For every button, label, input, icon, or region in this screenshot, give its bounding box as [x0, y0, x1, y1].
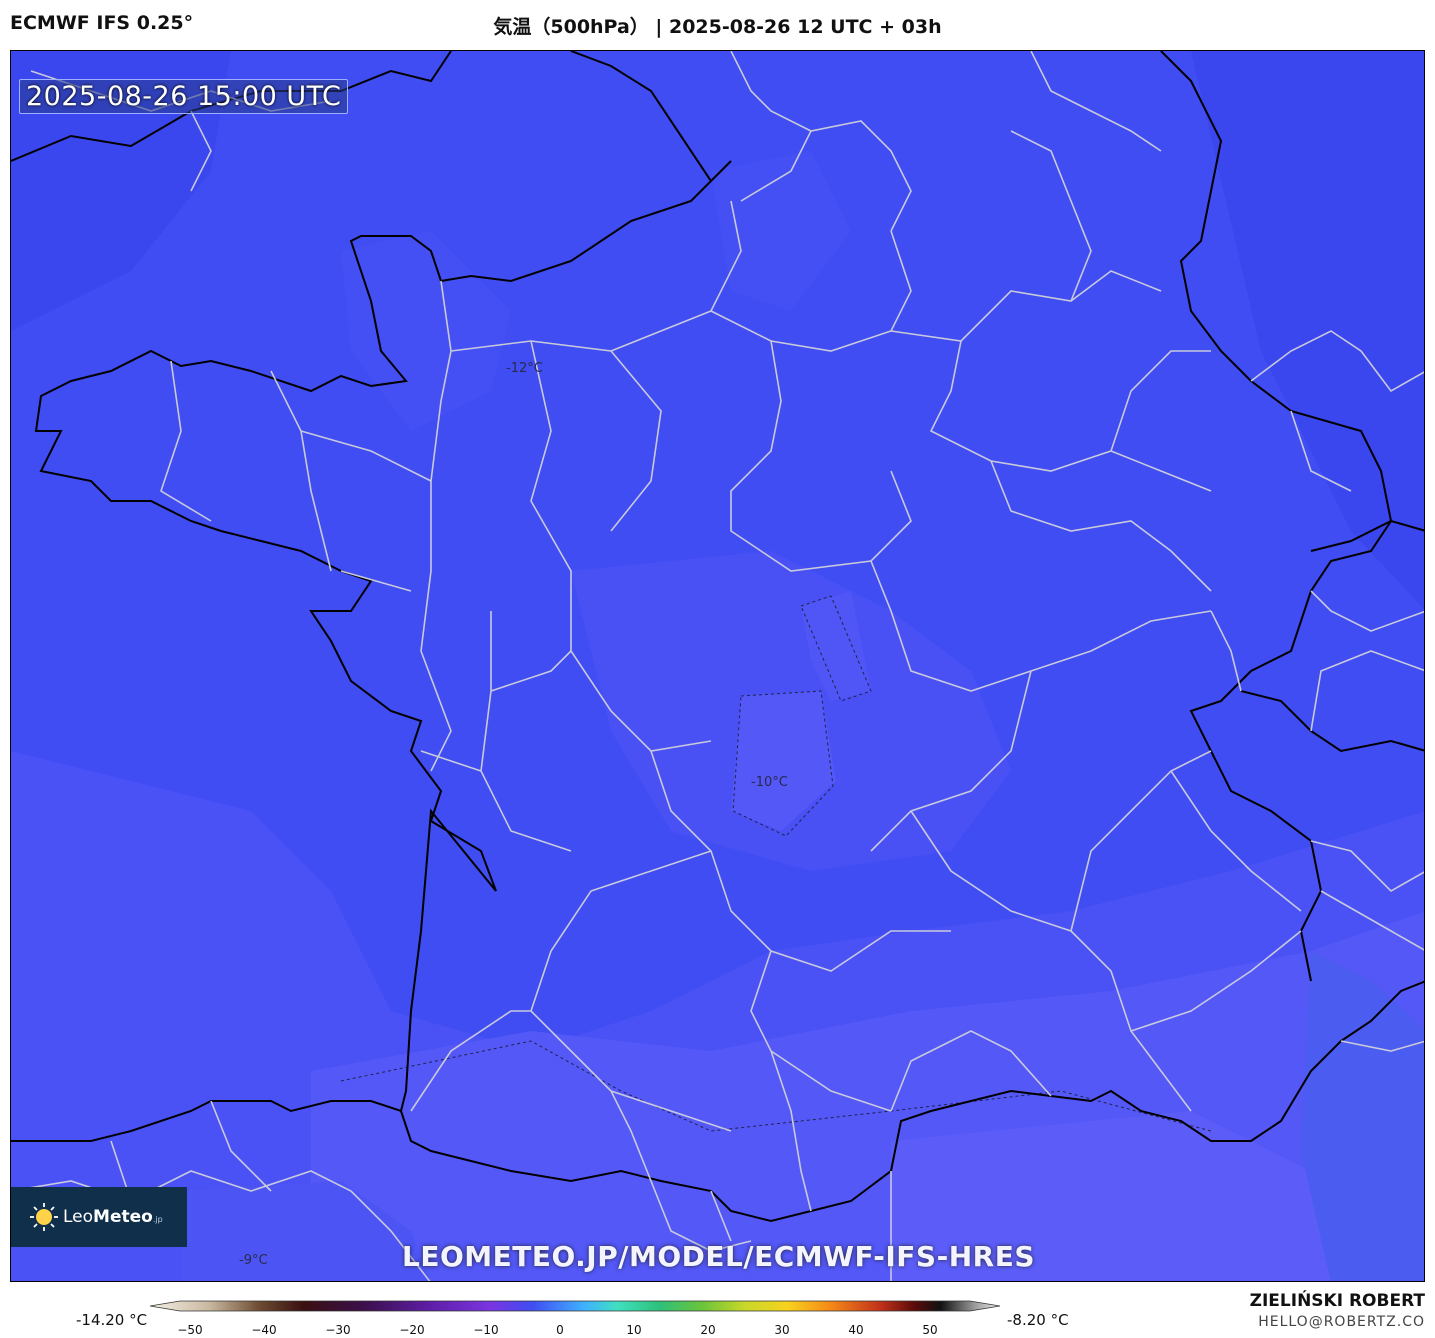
- logo-wordmark: LeoMeteo.jp: [63, 1207, 163, 1227]
- map-canvas: [11, 51, 1424, 1281]
- source-watermark: LEOMETEO.JP/MODEL/ECMWF-IFS-HRES: [401, 1240, 1035, 1273]
- colorbar-tick-label: −50: [177, 1323, 203, 1337]
- colorbar-tick-label: 30: [774, 1323, 790, 1337]
- isotherm-label: -12°C: [506, 361, 543, 376]
- leometeo-logo: LeoMeteo.jp: [11, 1187, 187, 1247]
- colorbar-tick-label: −30: [325, 1323, 351, 1337]
- colorbar-tick-label: 40: [848, 1323, 864, 1337]
- author-credit: ZIELIŃSKI ROBERT: [1249, 1291, 1425, 1311]
- colorbar-tick-label: −20: [399, 1323, 425, 1337]
- valid-time-badge: 2025-08-26 15:00 UTC: [19, 79, 349, 114]
- colorbar-min-label: -14.20 °C: [76, 1311, 148, 1329]
- colorbar-tick-label: −40: [251, 1323, 277, 1337]
- colorbar: [150, 1300, 1000, 1312]
- colorbar-tick-label: 50: [922, 1323, 938, 1337]
- colorbar-max-label: -8.20 °C: [1007, 1311, 1069, 1329]
- colorbar-tick-label: 10: [626, 1323, 642, 1337]
- temperature-map: 2025-08-26 15:00 UTC -12°C -10°C -9°C Le…: [10, 50, 1425, 1282]
- sun-icon: [29, 1202, 59, 1232]
- map-title: 気温（500hPa） | 2025-08-26 12 UTC + 03h: [493, 16, 942, 38]
- colorbar-tick-label: 0: [556, 1323, 564, 1337]
- author-email: HELLO@ROBERTZ.CO: [1258, 1314, 1425, 1330]
- isotherm-label: -10°C: [751, 775, 788, 790]
- colorbar-tick-label: 20: [700, 1323, 716, 1337]
- colorbar-tick-label: −10: [473, 1323, 499, 1337]
